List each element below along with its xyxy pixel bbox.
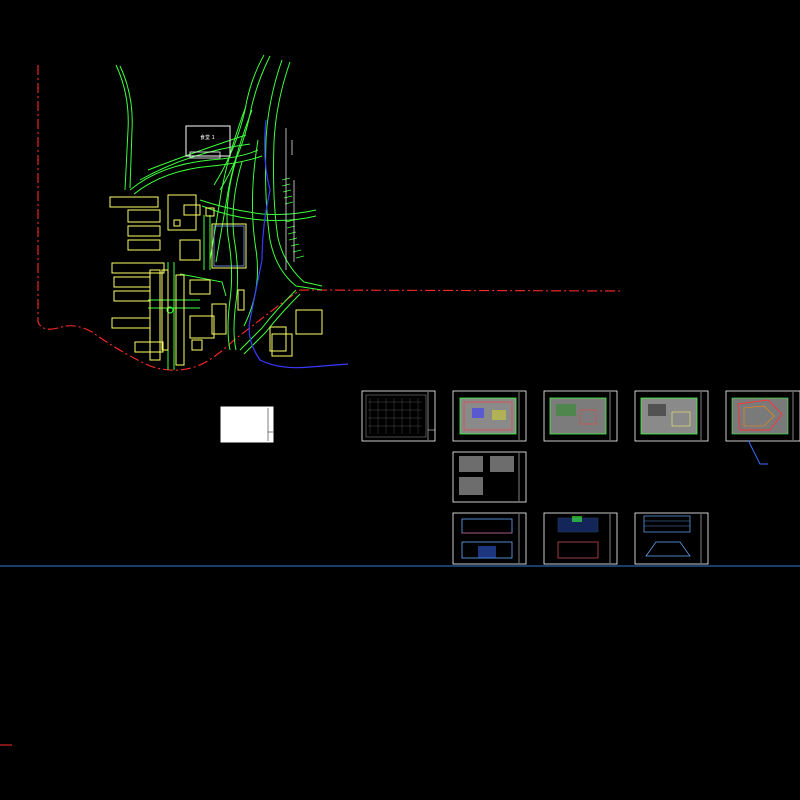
sheet-grid[interactable] bbox=[361, 390, 436, 442]
sheet-elevation-3[interactable] bbox=[634, 512, 709, 565]
road-network bbox=[115, 54, 323, 370]
canteen-label: 食堂 1 bbox=[200, 134, 215, 141]
cad-model-space[interactable]: 食堂 1 bbox=[0, 0, 800, 800]
road-edge-white bbox=[285, 128, 295, 270]
blank-sheet[interactable] bbox=[220, 406, 274, 443]
sheet-floor-plan-3[interactable] bbox=[634, 390, 709, 442]
sheet-floor-plan-2[interactable] bbox=[543, 390, 618, 442]
sheet-group bbox=[220, 390, 800, 565]
leader-line bbox=[747, 439, 768, 465]
sheet-floor-plan-1[interactable] bbox=[452, 390, 527, 442]
site-boundary bbox=[37, 65, 623, 371]
sheet-roof-plan[interactable] bbox=[725, 390, 800, 442]
sheet-details[interactable] bbox=[452, 451, 527, 503]
sheet-elevation-1[interactable] bbox=[452, 512, 527, 565]
slope-hatching bbox=[281, 177, 305, 259]
sheet-elevation-2[interactable] bbox=[543, 512, 618, 565]
